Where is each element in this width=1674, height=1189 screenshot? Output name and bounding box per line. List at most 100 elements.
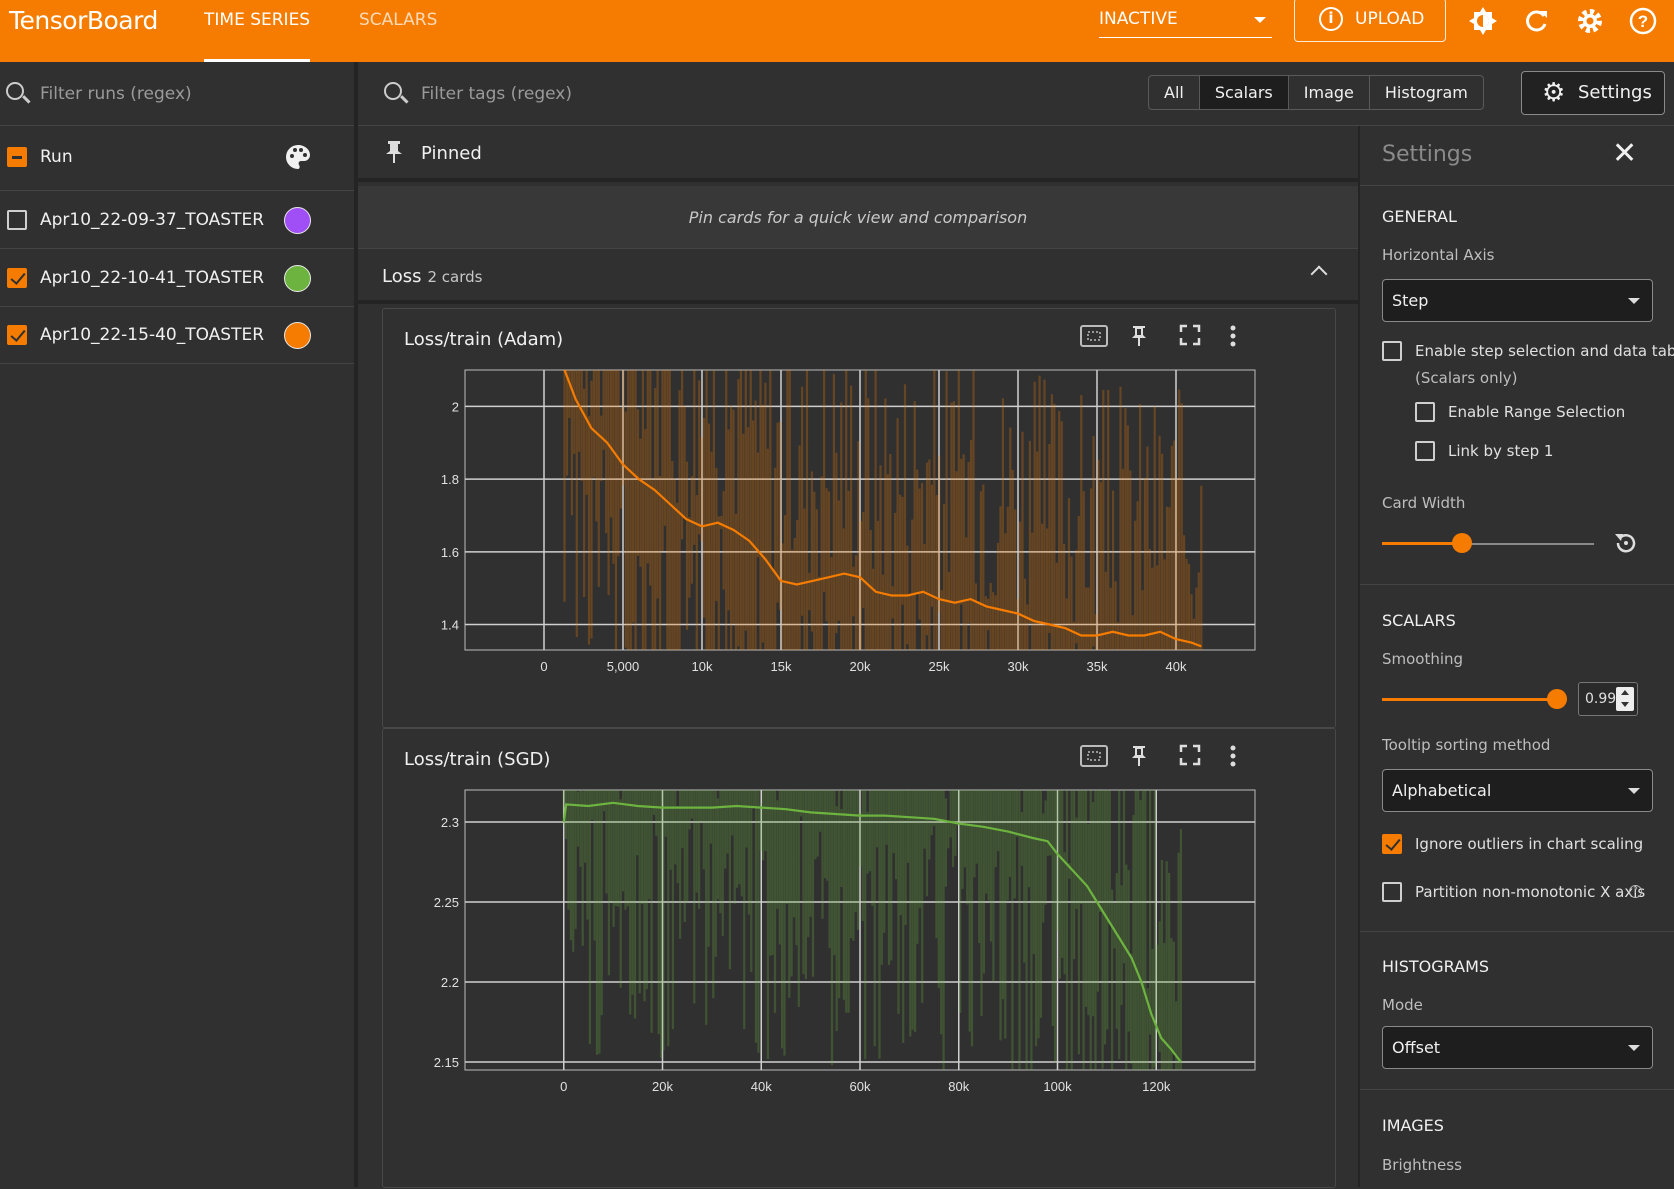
runs-filter[interactable]: Filter runs (regex) (0, 62, 354, 126)
x-tick-label: 5,000 (607, 659, 640, 674)
runs-filter-input[interactable]: Filter runs (regex) (40, 84, 192, 104)
brightness-label: Brightness (1382, 1156, 1462, 1174)
loss-group-header[interactable]: Loss 2 cards (358, 250, 1358, 304)
scalar-card: Loss/train (SGD) 2.15 2.2 2.25 2.3 0 20k 40k 60… (382, 728, 1336, 1188)
y-tick-label: 1.4 (441, 618, 459, 633)
run-color-swatch[interactable] (284, 322, 311, 349)
upload-button[interactable]: i UPLOAD (1294, 0, 1446, 42)
x-tick-label: 0 (560, 1079, 567, 1094)
filter-image-button[interactable]: Image (1289, 76, 1370, 109)
chevron-down-icon (1628, 1045, 1640, 1051)
filter-scalars-button[interactable]: Scalars (1199, 76, 1289, 109)
select-all-runs-checkbox[interactable] (7, 147, 27, 167)
run-color-swatch[interactable] (284, 265, 311, 292)
settings-gear-icon[interactable] (1573, 4, 1607, 38)
settings-title: Settings (1382, 142, 1473, 167)
range-selection-label: Enable Range Selection (1448, 403, 1626, 421)
tab-time-series[interactable]: TIME SERIES (204, 0, 311, 62)
loss-sgd-chart[interactable]: 2.15 2.2 2.25 2.3 0 20k 40k 60k 80k 100k 120k (383, 729, 1337, 1189)
reload-status-value: INACTIVE (1099, 9, 1178, 29)
x-tick-label: 80k (948, 1079, 969, 1094)
chevron-down-icon (1254, 17, 1266, 23)
reload-icon[interactable] (1520, 4, 1554, 38)
x-tick-label: 60k (850, 1079, 871, 1094)
pinned-empty-message: Pin cards for a quick view and compariso… (358, 186, 1358, 249)
x-tick-label: 20k (850, 659, 871, 674)
chevron-down-icon (1628, 298, 1640, 304)
run-name: Apr10_22-10-41_TOASTER (40, 268, 265, 288)
settings-toggle-button[interactable]: ⚙ Settings (1521, 71, 1665, 115)
y-tick-label: 2 (452, 399, 459, 414)
filter-histogram-button[interactable]: Histogram (1370, 76, 1483, 109)
gear-icon: ⚙ (1542, 78, 1566, 108)
range-selection-checkbox[interactable] (1415, 402, 1435, 422)
card-type-filter: All Scalars Image Histogram (1148, 75, 1484, 110)
help-icon[interactable]: ? (1626, 4, 1660, 38)
run-color-swatch[interactable] (284, 207, 311, 234)
palette-icon[interactable] (284, 143, 312, 175)
smoothing-input[interactable]: 0.99 (1578, 682, 1638, 716)
histograms-heading: HISTOGRAMS (1382, 957, 1490, 976)
y-tick-label: 2.3 (441, 815, 459, 830)
x-tick-label: 120k (1142, 1079, 1171, 1094)
tag-filter-bar: Filter tags (regex) All Scalars Image Hi… (358, 62, 1674, 126)
runs-sidebar: Filter runs (regex) Run Apr10_22-09-37_T… (0, 62, 358, 1187)
search-icon (6, 82, 24, 100)
reload-status-select[interactable]: INACTIVE (1099, 6, 1272, 38)
search-icon (384, 82, 402, 100)
chevron-down-icon (1628, 788, 1640, 794)
top-app-bar: TensorBoard TIME SERIES SCALARS INACTIVE… (0, 0, 1674, 62)
step-selection-checkbox[interactable] (1382, 341, 1402, 361)
x-tick-label: 10k (692, 659, 713, 674)
y-tick-label: 2.2 (441, 975, 459, 990)
info-icon: i (1319, 7, 1343, 31)
run-checkbox[interactable] (7, 325, 27, 345)
app-brand: TensorBoard (9, 6, 158, 35)
runs-header-row: Run (0, 127, 354, 191)
images-heading: IMAGES (1382, 1116, 1444, 1135)
partition-label: Partition non-monotonic X axis (1415, 883, 1646, 901)
spinner-icon[interactable] (1616, 687, 1634, 711)
scalars-heading: SCALARS (1382, 611, 1456, 630)
histogram-mode-select[interactable]: Offset (1382, 1026, 1653, 1069)
horizontal-axis-select[interactable]: Step (1382, 279, 1653, 322)
x-tick-label: 40k (751, 1079, 772, 1094)
pin-icon (384, 139, 404, 171)
group-card-count: 2 cards (427, 268, 483, 286)
main-content: Filter tags (regex) All Scalars Image Hi… (358, 62, 1674, 1188)
run-row: Apr10_22-09-37_TOASTER (0, 192, 354, 249)
close-icon[interactable]: ✕ (1612, 136, 1637, 171)
help-icon[interactable]: ? (1629, 885, 1642, 898)
ignore-outliers-checkbox[interactable] (1382, 834, 1402, 854)
y-tick-label: 1.6 (441, 545, 459, 560)
chevron-up-icon[interactable] (1310, 265, 1328, 283)
theme-icon[interactable] (1466, 4, 1500, 38)
runs-header-label: Run (40, 147, 73, 167)
x-tick-label: 100k (1043, 1079, 1072, 1094)
partition-checkbox[interactable] (1382, 882, 1402, 902)
filter-all-button[interactable]: All (1149, 76, 1200, 109)
link-by-step-label: Link by step 1 (1448, 442, 1554, 460)
x-tick-label: 35k (1087, 659, 1108, 674)
raw-series (563, 370, 1203, 650)
pinned-section-header: Pinned (358, 126, 1358, 182)
run-checkbox[interactable] (7, 210, 27, 230)
scalar-card: Loss/train (Adam) 1.4 1.6 1.8 2 0 5,000 10k 15k… (382, 308, 1336, 728)
settings-panel-header: Settings ✕ (1360, 126, 1674, 186)
tooltip-sort-select[interactable]: Alphabetical (1382, 769, 1653, 812)
run-checkbox[interactable] (7, 268, 27, 288)
tags-filter-input[interactable]: Filter tags (regex) (421, 84, 572, 104)
slider-thumb[interactable] (1547, 689, 1567, 709)
tooltip-sort-label: Tooltip sorting method (1382, 736, 1551, 754)
pinned-title: Pinned (421, 143, 482, 164)
y-tick-label: 2.15 (434, 1055, 459, 1070)
loss-adam-chart[interactable]: 1.4 1.6 1.8 2 0 5,000 10k 15k 20k 25k 30k 35k 40k (383, 309, 1337, 729)
tab-scalars[interactable]: SCALARS (359, 0, 437, 62)
slider-thumb[interactable] (1452, 533, 1472, 553)
x-tick-label: 15k (771, 659, 792, 674)
reset-icon[interactable] (1612, 529, 1640, 561)
card-width-label: Card Width (1382, 494, 1466, 512)
x-tick-label: 0 (540, 659, 547, 674)
run-row: Apr10_22-10-41_TOASTER (0, 250, 354, 307)
link-by-step-checkbox[interactable] (1415, 441, 1435, 461)
